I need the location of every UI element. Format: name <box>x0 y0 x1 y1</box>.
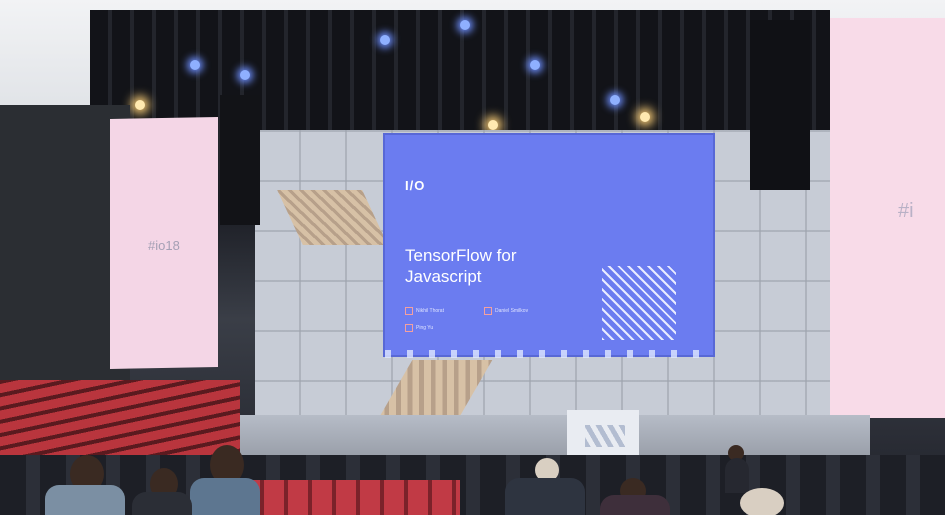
audience-body <box>505 478 585 515</box>
speaker-name-text: Daniel Smilkov <box>495 308 529 314</box>
speaker-name-text: Ping Yu <box>416 325 434 331</box>
stage-light <box>640 112 650 122</box>
speaker-name: Nikhil Thorat <box>405 307 444 315</box>
stage-light <box>380 35 390 45</box>
stage-light <box>530 60 540 70</box>
stage-light <box>610 95 620 105</box>
speaker-name: Ping Yu <box>405 324 433 332</box>
talk-title: TensorFlow for Javascript <box>405 246 517 286</box>
audience-body <box>600 495 670 515</box>
hatch-pattern <box>602 266 676 340</box>
podium-stripes <box>585 425 625 447</box>
audience-body <box>45 485 125 515</box>
audience-body <box>190 478 260 515</box>
audience-body <box>132 492 192 515</box>
speaker-name-text: Nikhil Thorat <box>416 308 444 314</box>
speaker-box-icon <box>484 307 492 315</box>
left-screen-text: #io18 <box>148 238 180 253</box>
screen-bottom-lights <box>385 350 713 358</box>
speaker-stack-left <box>220 95 260 225</box>
stage-light <box>240 70 250 80</box>
speaker-stack-right <box>750 20 810 190</box>
stage-light <box>135 100 145 110</box>
right-screen-text: #i <box>898 200 914 222</box>
io-logo: I/O <box>405 178 426 193</box>
speaker-box-icon <box>405 324 413 332</box>
stage-light <box>488 120 498 130</box>
speaker-box-icon <box>405 307 413 315</box>
keynote-stage-photo: #io18 I/O TensorFlow for Javascript Nikh… <box>0 0 945 515</box>
stage-light <box>460 20 470 30</box>
speaker-name: Daniel Smilkov <box>484 307 528 315</box>
stage-light <box>190 60 200 70</box>
audience-head <box>740 488 784 515</box>
red-seats <box>240 480 460 515</box>
right-screen <box>830 18 945 418</box>
audience-body <box>725 458 749 493</box>
